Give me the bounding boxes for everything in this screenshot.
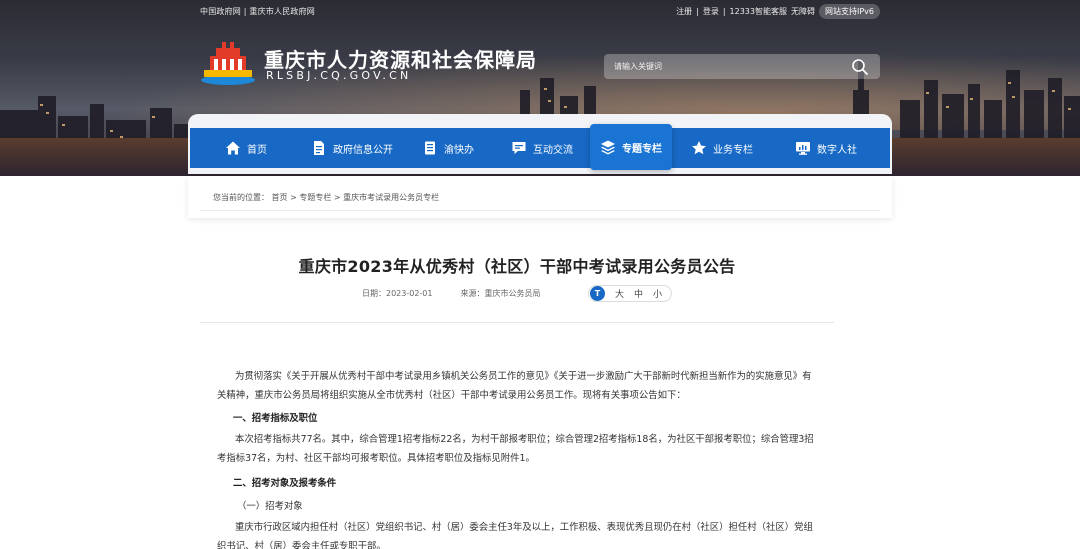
nav-label: 互动交流 [533,144,573,156]
article-section-heading: 一、招考指标及职位 [233,413,318,424]
topbar-separator: | [243,7,247,16]
article-section-heading: 二、招考对象及报考条件 [233,478,337,489]
nav-label: 政府信息公开 [333,144,393,156]
font-size-medium-button[interactable]: 中 [634,287,643,300]
article-subheading: （一）招考对象 [237,501,303,512]
breadcrumb-prefix: 您当前的位置： [213,193,269,202]
main-nav: 首页 政府信息公开 渝快办 互动交流 专题专栏 业务专栏 数字人社 [190,124,890,170]
breadcrumb-special-topics[interactable]: 专题专栏 [299,193,331,202]
breadcrumb: 您当前的位置： 首页 > 专题专栏 > 重庆市考试录用公务员专栏 [213,192,439,203]
home-icon [226,141,240,155]
nav-label: 业务专栏 [713,144,753,156]
nav-label: 数字人社 [817,144,857,156]
accessibility-link[interactable]: 无障碍 [791,6,815,17]
article-source: 来源：重庆市公务员局 [460,289,541,298]
login-link[interactable]: 登录 [703,6,719,17]
nav-item-yukuaiban[interactable]: 渝快办 [402,128,494,168]
link-chongqing-gov[interactable]: 重庆市人民政府网 [249,7,315,16]
article-meta: 日期：2023-02-01 来源：重庆市公务员局 [362,288,541,299]
nav-item-gov-info[interactable]: 政府信息公开 [302,128,402,168]
nav-item-interaction[interactable]: 互动交流 [494,128,590,168]
bureau-logo-icon [201,42,255,85]
topbar-left-links: 中国政府网 | 重庆市人民政府网 [200,6,315,17]
topbar-separator: | [722,7,726,16]
font-size-icon: T [590,286,605,301]
nav-label: 渝快办 [444,144,474,156]
breadcrumb-divider [200,210,880,211]
article-title: 重庆市2023年从优秀村（社区）干部中考试录用公务员公告 [298,257,736,276]
topbar-right-links: 注册 | 登录 | 12333智能客服 无障碍 网站支持IPv6 [676,4,880,19]
font-size-small-button[interactable]: 小 [653,287,662,300]
nav-label: 专题专栏 [622,143,662,155]
search-icon[interactable] [851,58,869,76]
book-icon [425,141,435,155]
font-size-switcher: T 大 中 小 [588,285,672,302]
layers-icon [601,140,615,155]
breadcrumb-separator: > [333,193,341,202]
smart-service-link[interactable]: 12333智能客服 [730,6,787,17]
nav-item-special-topics[interactable]: 专题专栏 [590,124,672,170]
site-domain: RLSBJ.CQ.GOV.CN [266,69,412,82]
breadcrumb-separator: > [290,193,297,202]
font-size-large-button[interactable]: 大 [615,287,624,300]
article-divider [200,322,834,323]
article-paragraph: 为贯彻落实《关于开展从优秀村干部中考试录用乡镇机关公务员工作的意见》《关于进一步… [217,371,812,401]
article-date: 日期：2023-02-01 [362,289,433,298]
star-icon [692,141,706,155]
page: 中国政府网 | 重庆市人民政府网 注册 | 登录 | 12333智能客服 无障碍… [0,0,1080,549]
topbar-separator: | [696,7,699,16]
ipv6-badge: 网站支持IPv6 [818,4,880,19]
nav-item-business[interactable]: 业务专栏 [672,128,772,168]
monitor-icon [796,142,810,155]
register-link[interactable]: 注册 [676,6,692,17]
nav-item-home[interactable]: 首页 [190,128,302,168]
nav-item-digital-hr[interactable]: 数字人社 [772,128,880,168]
breadcrumb-civil-service-column[interactable]: 重庆市考试录用公务员专栏 [343,193,439,202]
link-china-gov[interactable]: 中国政府网 [200,7,241,16]
chat-icon [512,142,526,154]
document-icon [314,141,324,155]
nav-label: 首页 [247,144,267,156]
article-paragraph: 重庆市行政区域内担任村（社区）党组织书记、村（居）委会主任3年及以上，工作积极、… [217,522,813,549]
breadcrumb-home[interactable]: 首页 [272,193,288,202]
search-input[interactable] [604,54,880,79]
article-paragraph: 本次招考指标共77名。其中，综合管理1招考指标22名，为村干部报考职位；综合管理… [217,434,814,464]
